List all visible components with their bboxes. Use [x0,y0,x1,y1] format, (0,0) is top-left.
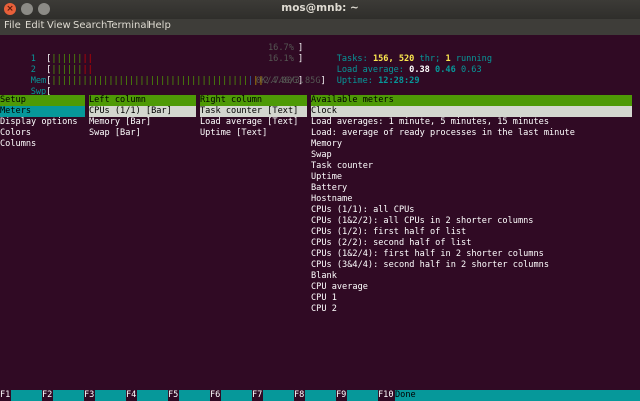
f1-key[interactable]: F1 [0,390,10,401]
available-meter-item[interactable]: Uptime [311,172,342,183]
swp-value: 0K/4.00G [256,76,298,86]
f1-label[interactable] [11,390,42,401]
tasks-line: Tasks: 156, 520 thr; 1 running [316,43,492,64]
f6-label[interactable] [221,390,252,401]
available-meter-item[interactable]: CPUs (1/2): first half of list [311,227,466,238]
setup-item-colors[interactable]: Colors [0,128,31,139]
available-meter-item[interactable]: Memory [311,139,342,150]
right-column-item-uptime[interactable]: Uptime [Text] [200,128,267,139]
window-title: mos@mnb: ~ [281,2,359,14]
f6-key[interactable]: F6 [210,390,220,401]
f10-key[interactable]: F10 [378,390,394,401]
cpu2-meter: 2 [|||||||| [30,65,93,75]
available-meter-item[interactable]: Task counter [311,161,373,172]
available-meter-item[interactable]: CPUs (2/2): second half of list [311,238,471,249]
available-meter-item[interactable]: Load averages: 1 minute, 5 minutes, 15 m… [311,117,549,128]
load-average-line: Load average: 0.38 0.46 0.63 [316,54,482,75]
available-meter-item[interactable]: CPU 2 [311,304,337,315]
setup-item-meters[interactable]: Meters [0,106,85,117]
available-meter-item[interactable]: CPU 1 [311,293,337,304]
mem-meter: Mem[||||||||||||||||||||||||||||||||||||… [30,76,326,86]
menu-bar: File Edit View Search Terminal Help [0,19,640,35]
available-meter-item[interactable]: Swap [311,150,332,161]
f8-key[interactable]: F8 [294,390,304,401]
menu-terminal[interactable]: Terminal [107,20,149,31]
cpu1-value: 16.7% [268,43,294,53]
f9-key[interactable]: F9 [336,390,346,401]
right-column-item-task-counter[interactable]: Task counter [Text] [200,106,307,117]
f9-label[interactable] [347,390,378,401]
uptime-value: 12:28:29 [378,76,420,86]
f3-label[interactable] [95,390,126,401]
window-titlebar: × mos@mnb: ~ [0,0,640,19]
available-meter-item[interactable]: Blank [311,271,337,282]
f7-key[interactable]: F7 [252,390,262,401]
right-column-item-load-average[interactable]: Load average [Text] [200,117,298,128]
menu-file[interactable]: File [4,20,21,31]
setup-item-columns[interactable]: Columns [0,139,36,150]
f2-key[interactable]: F2 [42,390,52,401]
uptime-line: Uptime: 12:28:29 [316,65,420,86]
available-meter-item[interactable]: CPU average [311,282,368,293]
uptime-label: Uptime: [336,76,373,86]
f8-label[interactable] [305,390,336,401]
load-5min: 0.46 [435,65,456,75]
available-meter-item[interactable]: Hostname [311,194,352,205]
f5-key[interactable]: F5 [168,390,178,401]
available-meter-item[interactable]: CPUs (1/1): all CPUs [311,205,414,216]
f5-label[interactable] [179,390,210,401]
f3-key[interactable]: F3 [84,390,94,401]
right-column-header: Right column [200,95,307,106]
left-column-item-memory[interactable]: Memory [Bar] [89,117,151,128]
menu-search[interactable]: Search [73,20,107,31]
mem-bar-used: |||||||||||||||||||||||||||||||||||||| [51,76,249,86]
menu-edit[interactable]: Edit [25,20,44,31]
available-meters-header: Available meters [311,95,632,106]
left-column-header: Left column [89,95,196,106]
f4-key[interactable]: F4 [126,390,136,401]
menu-help[interactable]: Help [148,20,171,31]
available-meter-clock[interactable]: Clock [311,106,632,117]
available-meter-item[interactable]: CPUs (3&4/4): second half in 2 shorter c… [311,260,549,271]
f2-label[interactable] [53,390,84,401]
cpu2-value: 16.1% [268,54,294,64]
terminal-area[interactable]: 1 [|||||||| 16.7% ] 2 [|||||||| 16.1% ] … [0,35,640,401]
available-meter-item[interactable]: Load: average of ready processes in the … [311,128,575,139]
load-15min: 0.63 [460,65,482,75]
left-column-item-cpus[interactable]: CPUs (1/1) [Bar] [89,106,196,117]
swp-meter: Swp[ [30,87,52,97]
done-button[interactable]: Done [395,390,640,401]
cpu1-meter: 1 [|||||||| [30,54,93,64]
f7-label[interactable] [263,390,294,401]
available-meter-item[interactable]: CPUs (1&2/2): all CPUs in 2 shorter colu… [311,216,533,227]
available-meter-item[interactable]: Battery [311,183,347,194]
f4-label[interactable] [137,390,168,401]
available-meter-item[interactable]: CPUs (1&2/4): first half in 2 shorter co… [311,249,544,260]
left-column-item-swap[interactable]: Swap [Bar] [89,128,141,139]
setup-item-display-options[interactable]: Display options [0,117,78,128]
menu-view[interactable]: View [47,20,71,31]
setup-header: Setup [0,95,85,106]
function-key-bar: F1 F2 F3 F4 F5 F6 F7 F8 F9 F10 Done [0,390,640,401]
